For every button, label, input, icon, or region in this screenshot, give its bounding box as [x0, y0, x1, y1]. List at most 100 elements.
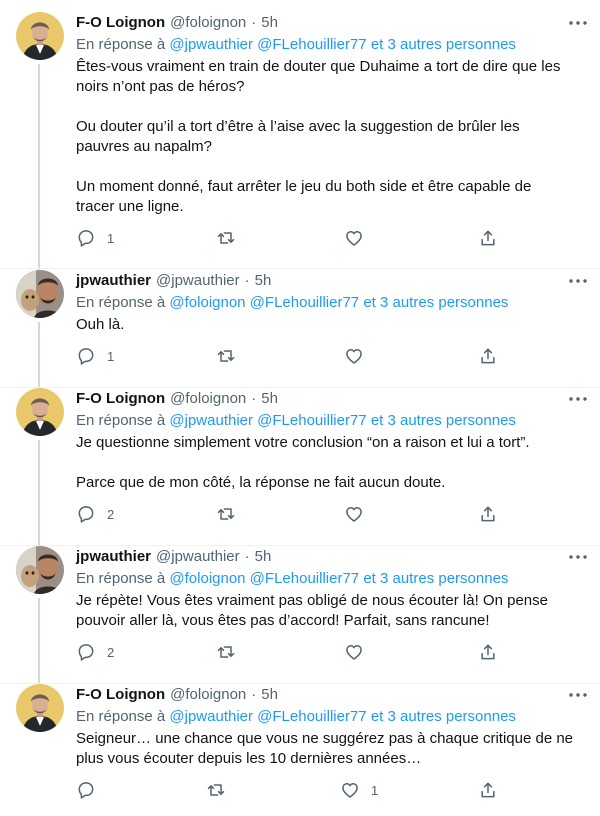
divider: [0, 268, 600, 269]
reply-others-link[interactable]: et 3 autres personnes: [363, 570, 508, 587]
reply-prefix: En réponse à: [76, 36, 166, 53]
retweet-icon: [206, 780, 226, 800]
like-button[interactable]: 1: [340, 780, 378, 800]
reply-icon: [76, 504, 96, 524]
heart-icon: [344, 504, 364, 524]
more-icon[interactable]: [564, 686, 592, 704]
like-button[interactable]: [344, 642, 375, 662]
user-handle[interactable]: @foloignon: [170, 685, 246, 705]
more-icon[interactable]: [564, 390, 592, 408]
like-count: 1: [371, 782, 379, 798]
tweet-text-line: noirs n’ont pas de héros?: [76, 78, 245, 95]
like-button[interactable]: [344, 504, 375, 524]
retweet-icon: [216, 642, 236, 662]
heart-icon: [344, 228, 364, 248]
reply-others-link[interactable]: et 3 autres personnes: [363, 294, 508, 311]
tweet-text-line: [76, 157, 586, 177]
tweet-text-line: pauvres au napalm?: [76, 138, 212, 155]
heart-icon: [340, 780, 360, 800]
display-name[interactable]: F-O Loignon: [76, 13, 165, 33]
display-name[interactable]: F-O Loignon: [76, 389, 165, 409]
tweet[interactable]: jpwauthier @jpwauthier · 5h En réponse à…: [0, 546, 600, 684]
tweet-text-line: Un moment donné, faut arrêter le jeu du …: [76, 178, 532, 195]
separator-dot: ·: [251, 390, 257, 407]
reply-prefix: En réponse à: [76, 570, 166, 587]
reply-count: 2: [107, 644, 115, 660]
retweet-button[interactable]: [216, 228, 247, 248]
share-button[interactable]: [478, 504, 498, 524]
tweet-text: Je répète! Vous êtes vraiment pas obligé…: [76, 591, 586, 631]
more-icon[interactable]: [564, 272, 592, 290]
tweet-text-line: [76, 97, 586, 117]
like-button[interactable]: [344, 228, 375, 248]
tweet-text: Seigneur… une chance que vous ne suggére…: [76, 729, 586, 769]
reply-prefix: En réponse à: [76, 412, 166, 429]
heart-icon: [344, 346, 364, 366]
tweet[interactable]: F-O Loignon @foloignon · 5h En réponse à…: [0, 0, 600, 270]
separator-dot: ·: [244, 272, 250, 289]
user-handle[interactable]: @foloignon: [170, 13, 246, 33]
timestamp[interactable]: 5h: [261, 389, 278, 409]
share-icon: [478, 780, 498, 800]
retweet-button[interactable]: [216, 642, 247, 662]
retweet-button[interactable]: [216, 346, 247, 366]
tweet[interactable]: jpwauthier @jpwauthier · 5h En réponse à…: [0, 270, 600, 388]
reply-button[interactable]: 1: [76, 228, 114, 248]
timestamp[interactable]: 5h: [261, 13, 278, 33]
separator-dot: ·: [251, 686, 257, 703]
reply-count: 1: [107, 348, 115, 364]
more-icon[interactable]: [564, 548, 592, 566]
retweet-button[interactable]: [206, 780, 237, 800]
tweet-text-line: [76, 453, 586, 473]
user-handle[interactable]: @jpwauthier: [156, 547, 240, 567]
avatar[interactable]: [16, 12, 64, 60]
tweet-text-line: Je questionne simplement votre conclusio…: [76, 434, 530, 451]
reply-mentions[interactable]: @foloignon @FLehouillier77: [169, 570, 359, 587]
reply-context: En réponse à @jpwauthier @FLehouillier77…: [76, 411, 586, 431]
share-button[interactable]: [478, 228, 498, 248]
share-icon: [478, 228, 498, 248]
reply-context: En réponse à @jpwauthier @FLehouillier77…: [76, 707, 586, 727]
tweet-text-line: Seigneur… une chance que vous ne suggére…: [76, 730, 574, 747]
display-name[interactable]: jpwauthier: [76, 547, 151, 567]
reply-button[interactable]: 1: [76, 346, 114, 366]
reply-mentions[interactable]: @jpwauthier @FLehouillier77: [169, 36, 366, 53]
user-handle[interactable]: @foloignon: [170, 389, 246, 409]
timestamp[interactable]: 5h: [255, 547, 272, 567]
reply-mentions[interactable]: @jpwauthier @FLehouillier77: [169, 708, 366, 725]
reply-others-link[interactable]: et 3 autres personnes: [371, 36, 516, 53]
display-name[interactable]: F-O Loignon: [76, 685, 165, 705]
avatar[interactable]: [16, 684, 64, 732]
tweet-text: Êtes-vous vraiment en train de douter qu…: [76, 57, 586, 217]
reply-button[interactable]: 2: [76, 642, 114, 662]
user-handle[interactable]: @jpwauthier: [156, 271, 240, 291]
avatar[interactable]: [16, 270, 64, 318]
reply-others-link[interactable]: et 3 autres personnes: [371, 412, 516, 429]
share-button[interactable]: [478, 346, 498, 366]
tweet[interactable]: F-O Loignon @foloignon · 5h En réponse à…: [0, 684, 600, 816]
retweet-icon: [216, 504, 236, 524]
reply-mentions[interactable]: @jpwauthier @FLehouillier77: [169, 412, 366, 429]
reply-button[interactable]: [76, 780, 107, 800]
timestamp[interactable]: 5h: [261, 685, 278, 705]
display-name[interactable]: jpwauthier: [76, 271, 151, 291]
separator-dot: ·: [244, 548, 250, 565]
like-button[interactable]: [344, 346, 375, 366]
timestamp[interactable]: 5h: [255, 271, 272, 291]
reply-mentions[interactable]: @foloignon @FLehouillier77: [169, 294, 359, 311]
avatar[interactable]: [16, 388, 64, 436]
more-icon[interactable]: [564, 14, 592, 32]
avatar[interactable]: [16, 546, 64, 594]
share-button[interactable]: [478, 642, 498, 662]
reply-others-link[interactable]: et 3 autres personnes: [371, 708, 516, 725]
share-button[interactable]: [478, 780, 498, 800]
tweet-text-line: Je répète! Vous êtes vraiment pas obligé…: [76, 592, 548, 609]
tweet-text-line: Ou douter qu’il a tort d’être à l’aise a…: [76, 118, 520, 135]
retweet-icon: [216, 346, 236, 366]
reply-icon: [76, 642, 96, 662]
reply-prefix: En réponse à: [76, 708, 166, 725]
retweet-button[interactable]: [216, 504, 247, 524]
tweet[interactable]: F-O Loignon @foloignon · 5h En réponse à…: [0, 388, 600, 546]
separator-dot: ·: [251, 14, 257, 31]
reply-button[interactable]: 2: [76, 504, 114, 524]
